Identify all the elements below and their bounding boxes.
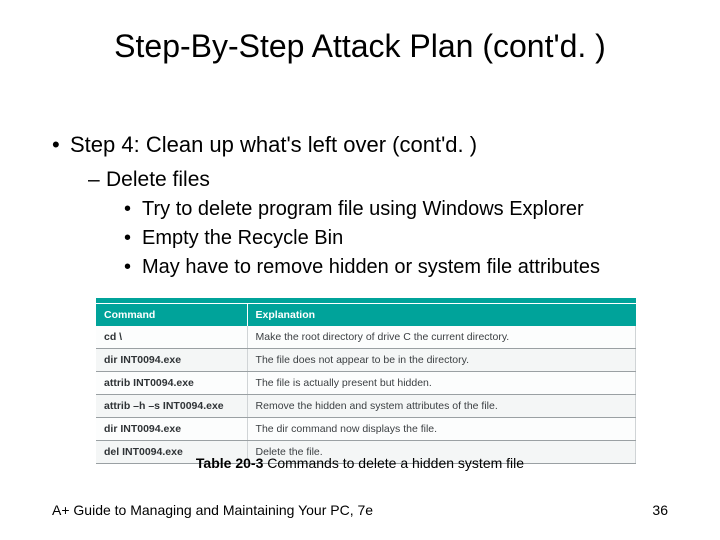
bullet-level-2: –Delete files [88,166,672,194]
cmd-cell: attrib INT0094.exe [96,372,247,395]
cmd-cell: cd \ [96,326,247,349]
exp-cell: Make the root directory of drive C the c… [247,326,635,349]
step-text: Step 4: Clean up what's left over (cont'… [70,132,477,157]
bullet-dot: • [52,130,70,160]
bullet-level-3: •May have to remove hidden or system fil… [124,254,672,281]
table-caption: Table 20-3 Commands to delete a hidden s… [0,455,720,471]
table-row: dir INT0094.exe The file does not appear… [96,349,636,372]
exp-cell: The dir command now displays the file. [247,418,635,441]
bullet-dash: – [88,166,106,194]
item-0: Try to delete program file using Windows… [142,198,584,220]
cmd-cell: dir INT0094.exe [96,349,247,372]
table-row: attrib –h –s INT0094.exe Remove the hidd… [96,395,636,418]
command-table: Command Explanation cd \ Make the root d… [96,304,636,464]
th-command: Command [96,304,247,326]
item-2: May have to remove hidden or system file… [142,256,600,278]
cmd-cell: dir INT0094.exe [96,418,247,441]
caption-text: Commands to delete a hidden system file [263,455,524,471]
footer-source: A+ Guide to Managing and Maintaining You… [52,502,373,518]
table-row: dir INT0094.exe The dir command now disp… [96,418,636,441]
bullet-level-3: •Try to delete program file using Window… [124,196,672,223]
bullet-block: •Step 4: Clean up what's left over (cont… [52,130,672,283]
cmd-cell: attrib –h –s INT0094.exe [96,395,247,418]
bullet-dot-small: • [124,196,142,223]
exp-cell: The file is actually present but hidden. [247,372,635,395]
bullet-level-1: •Step 4: Clean up what's left over (cont… [52,130,672,160]
command-table-wrap: Command Explanation cd \ Make the root d… [96,298,636,464]
slide: Step-By-Step Attack Plan (cont'd. ) •Ste… [0,0,720,540]
page-number: 36 [652,502,668,518]
th-explanation: Explanation [247,304,635,326]
table-row: cd \ Make the root directory of drive C … [96,326,636,349]
bullet-dot-small: • [124,225,142,252]
sub-text: Delete files [106,168,210,191]
bullet-dot-small: • [124,254,142,281]
table-header-row: Command Explanation [96,304,636,326]
item-1: Empty the Recycle Bin [142,227,343,249]
table-row: attrib INT0094.exe The file is actually … [96,372,636,395]
caption-label: Table 20-3 [196,455,263,471]
slide-title: Step-By-Step Attack Plan (cont'd. ) [0,28,720,65]
bullet-level-3: •Empty the Recycle Bin [124,225,672,252]
exp-cell: Remove the hidden and system attributes … [247,395,635,418]
exp-cell: The file does not appear to be in the di… [247,349,635,372]
